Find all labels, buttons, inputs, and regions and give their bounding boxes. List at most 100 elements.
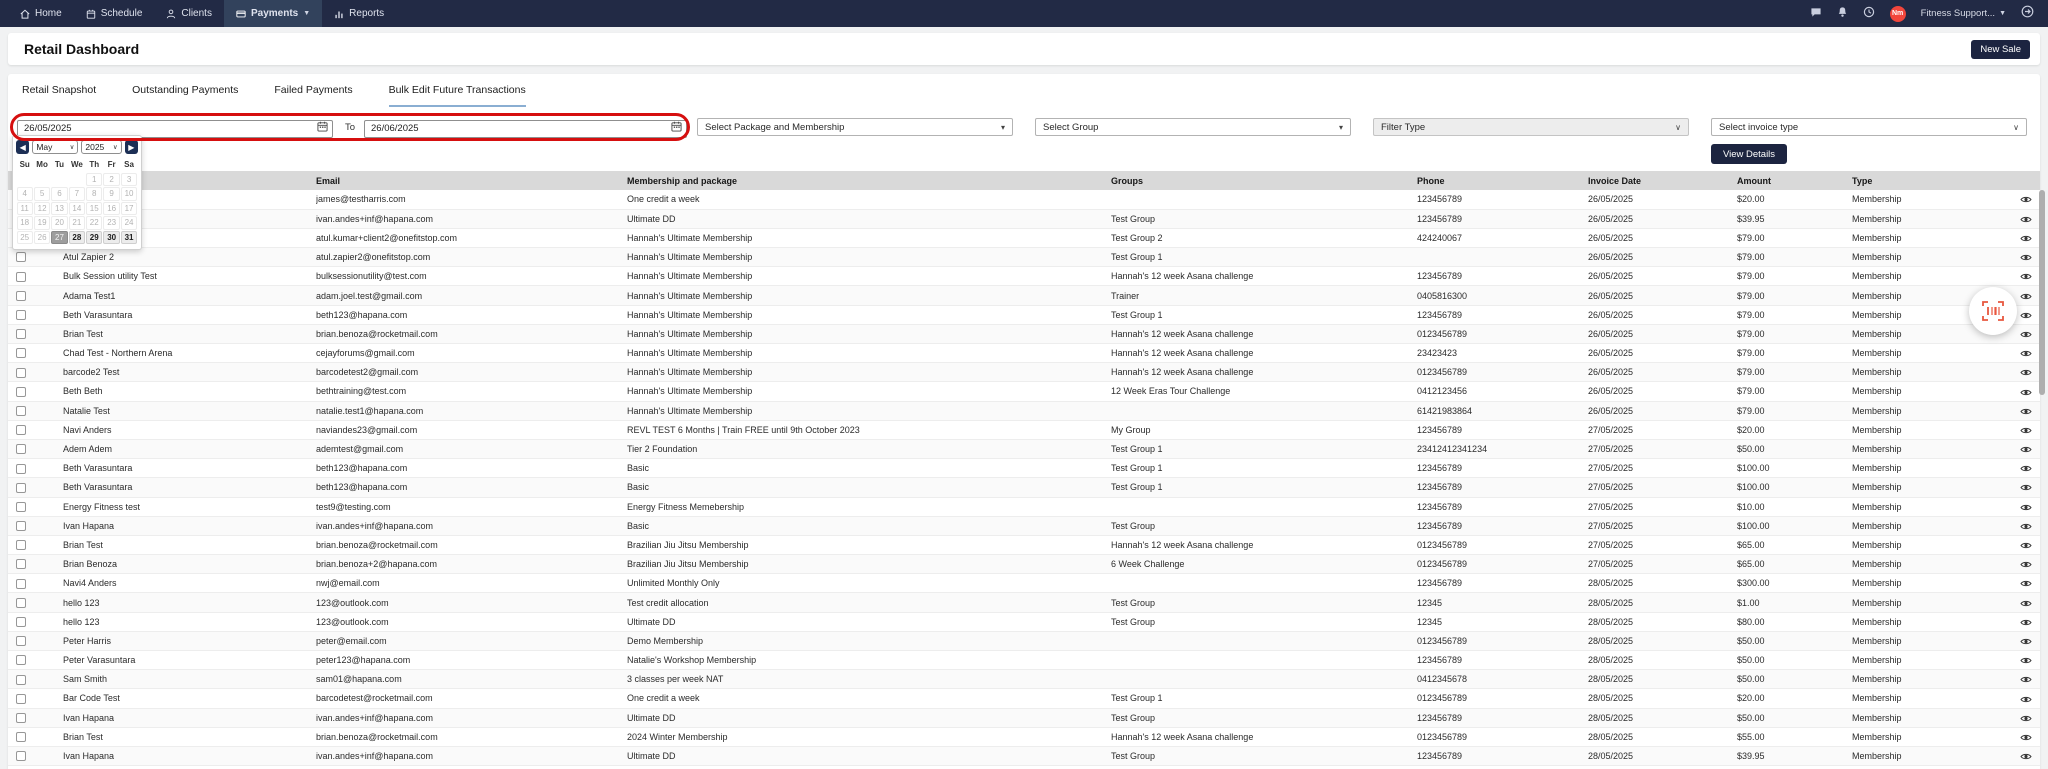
row-checkbox[interactable] [16, 598, 26, 608]
row-checkbox[interactable] [16, 444, 26, 454]
invoice-type-select[interactable]: Select invoice type ∨ [1711, 118, 2027, 136]
calendar-day[interactable]: 29 [86, 231, 102, 245]
nav-item-home[interactable]: Home [8, 0, 74, 27]
eye-icon[interactable] [2020, 195, 2032, 204]
eye-icon[interactable] [2020, 464, 2032, 473]
eye-icon[interactable] [2020, 349, 2032, 358]
row-checkbox[interactable] [16, 713, 26, 723]
barcode-scan-button[interactable] [1969, 287, 2017, 335]
scrollbar-thumb[interactable] [2039, 190, 2045, 395]
row-checkbox[interactable] [16, 464, 26, 474]
eye-icon[interactable] [2020, 579, 2032, 588]
eye-icon[interactable] [2020, 426, 2032, 435]
row-checkbox[interactable] [16, 348, 26, 358]
cell-membership: One credit a week [627, 689, 1111, 708]
nav-item-reports[interactable]: Reports [322, 0, 396, 27]
row-checkbox[interactable] [16, 732, 26, 742]
nav-item-schedule[interactable]: Schedule [74, 0, 155, 27]
row-checkbox[interactable] [16, 368, 26, 378]
eye-icon[interactable] [2020, 215, 2032, 224]
tab-failed-payments[interactable]: Failed Payments [274, 84, 352, 107]
row-checkbox[interactable] [16, 559, 26, 569]
calendar-day[interactable]: 31 [121, 231, 137, 245]
eye-icon[interactable] [2020, 675, 2032, 684]
cell-checkbox [8, 746, 63, 765]
eye-icon[interactable] [2020, 234, 2032, 243]
year-value: 2025 [85, 142, 104, 152]
row-checkbox[interactable] [16, 540, 26, 550]
row-checkbox[interactable] [16, 655, 26, 665]
view-details-button[interactable]: View Details [1711, 144, 1787, 164]
prev-month-icon[interactable]: ◀ [16, 140, 29, 154]
bell-icon[interactable] [1837, 5, 1848, 23]
row-checkbox[interactable] [16, 406, 26, 416]
eye-icon[interactable] [2020, 483, 2032, 492]
eye-icon[interactable] [2020, 330, 2032, 339]
row-checkbox[interactable] [16, 751, 26, 761]
group-select[interactable]: Select Group ▾ [1035, 118, 1351, 136]
month-select[interactable]: May ∨ [32, 140, 78, 154]
row-checkbox[interactable] [16, 636, 26, 646]
new-sale-button[interactable]: New Sale [1971, 40, 2030, 59]
eye-icon[interactable] [2020, 292, 2032, 301]
eye-icon[interactable] [2020, 714, 2032, 723]
eye-icon[interactable] [2020, 599, 2032, 608]
package-membership-select[interactable]: Select Package and Membership ▾ [697, 118, 1013, 136]
row-checkbox[interactable] [16, 387, 26, 397]
eye-icon[interactable] [2020, 272, 2032, 281]
nav-item-clients[interactable]: Clients [154, 0, 224, 27]
calendar-day: 3 [121, 173, 137, 187]
year-select[interactable]: 2025 ∨ [81, 140, 121, 154]
row-checkbox[interactable] [16, 483, 26, 493]
eye-icon[interactable] [2020, 445, 2032, 454]
cell-invoice-date: 28/05/2025 [1588, 574, 1737, 593]
row-checkbox[interactable] [16, 272, 26, 282]
row-checkbox[interactable] [16, 291, 26, 301]
tab-retail-snapshot[interactable]: Retail Snapshot [22, 84, 96, 107]
eye-icon[interactable] [2020, 733, 2032, 742]
row-checkbox[interactable] [16, 252, 26, 262]
calendar-day[interactable]: 28 [69, 231, 85, 245]
date-to-input[interactable] [364, 120, 687, 138]
eye-icon[interactable] [2020, 618, 2032, 627]
eye-icon[interactable] [2020, 656, 2032, 665]
eye-icon[interactable] [2020, 407, 2032, 416]
calendar-day[interactable]: 27 [51, 231, 67, 245]
row-checkbox[interactable] [16, 329, 26, 339]
cell-phone: 123456789 [1417, 746, 1588, 765]
nav-item-payments[interactable]: Payments ▼ [224, 0, 322, 27]
account-menu[interactable]: Fitness Support... ▼ [1921, 8, 2006, 19]
row-checkbox[interactable] [16, 521, 26, 531]
row-checkbox[interactable] [16, 425, 26, 435]
cell-phone: 23423423 [1417, 344, 1588, 363]
filter-type-select[interactable]: Filter Type ∨ [1373, 118, 1689, 136]
eye-icon[interactable] [2020, 253, 2032, 262]
row-checkbox[interactable] [16, 502, 26, 512]
row-checkbox[interactable] [16, 579, 26, 589]
eye-icon[interactable] [2020, 637, 2032, 646]
eye-icon[interactable] [2020, 388, 2032, 397]
eye-icon[interactable] [2020, 522, 2032, 531]
eye-icon[interactable] [2020, 560, 2032, 569]
arrow-circle-icon[interactable] [2021, 5, 2034, 23]
row-checkbox[interactable] [16, 694, 26, 704]
clock-icon[interactable] [1863, 5, 1875, 23]
eye-icon[interactable] [2020, 503, 2032, 512]
next-month-icon[interactable]: ▶ [125, 140, 138, 154]
calendar-day[interactable]: 30 [103, 231, 119, 245]
eye-icon[interactable] [2020, 695, 2032, 704]
eye-icon[interactable] [2020, 752, 2032, 761]
chat-icon[interactable] [1810, 5, 1822, 23]
cell-amount: $20.00 [1737, 766, 1852, 769]
cell-phone: 123456789 [1417, 420, 1588, 439]
cell-amount: $100.00 [1737, 516, 1852, 535]
tab-bulk-edit-future-transactions[interactable]: Bulk Edit Future Transactions [389, 84, 526, 107]
row-checkbox[interactable] [16, 310, 26, 320]
eye-icon[interactable] [2020, 368, 2032, 377]
eye-icon[interactable] [2020, 311, 2032, 320]
eye-icon[interactable] [2020, 541, 2032, 550]
row-checkbox[interactable] [16, 617, 26, 627]
avatar[interactable]: Nm [1890, 6, 1906, 22]
tab-outstanding-payments[interactable]: Outstanding Payments [132, 84, 238, 107]
row-checkbox[interactable] [16, 675, 26, 685]
